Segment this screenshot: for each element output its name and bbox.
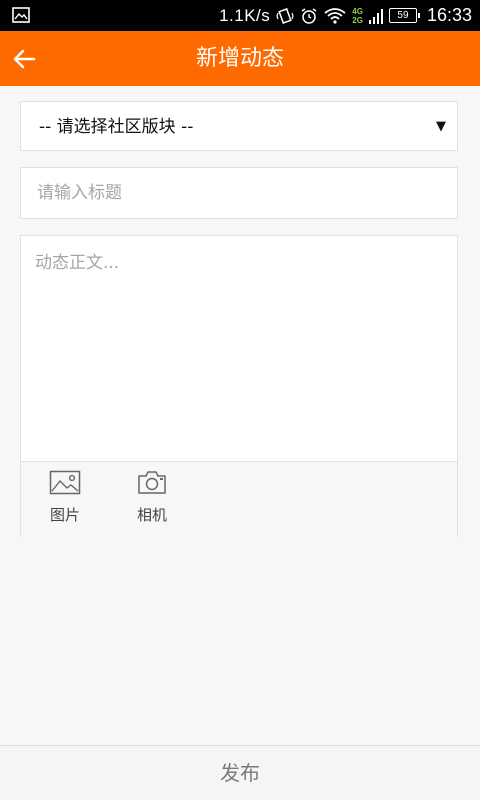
- camera-label: 相机: [136, 506, 167, 524]
- battery-icon: 59: [388, 8, 420, 23]
- network-type: 4G 2G: [352, 6, 363, 25]
- page-title: 新增动态: [195, 46, 284, 71]
- app-header: 新增动态: [0, 31, 480, 86]
- attachment-bar: 图片 相机: [21, 461, 457, 537]
- vibrate-icon: [276, 7, 294, 24]
- picture-label: 图片: [49, 506, 80, 524]
- submit-button[interactable]: 发布: [0, 745, 480, 800]
- picture-icon: [49, 470, 81, 495]
- chevron-down-icon: ▼: [436, 119, 446, 134]
- clock: 16:33: [426, 5, 472, 25]
- body-container: 图片 相机: [20, 235, 458, 537]
- status-right: 1.1K/s 4G 2G 59 16:33: [219, 0, 472, 31]
- section-select[interactable]: -- 请选择社区版块 -- ▼: [20, 101, 458, 151]
- body-textarea[interactable]: [21, 236, 457, 461]
- signal-icon: [368, 8, 383, 24]
- section-select-value: -- 请选择社区版块 --: [39, 117, 194, 137]
- camera-button[interactable]: 相机: [122, 470, 182, 530]
- submit-label: 发布: [220, 761, 260, 785]
- alarm-icon: [301, 7, 317, 24]
- network-speed: 1.1K/s: [219, 5, 271, 25]
- camera-icon: [138, 471, 166, 494]
- title-input[interactable]: [20, 167, 458, 219]
- wifi-icon: [324, 7, 346, 24]
- status-bar: 1.1K/s 4G 2G 59 16:33: [0, 0, 480, 31]
- image-icon: [12, 7, 30, 23]
- picture-button[interactable]: 图片: [35, 470, 95, 530]
